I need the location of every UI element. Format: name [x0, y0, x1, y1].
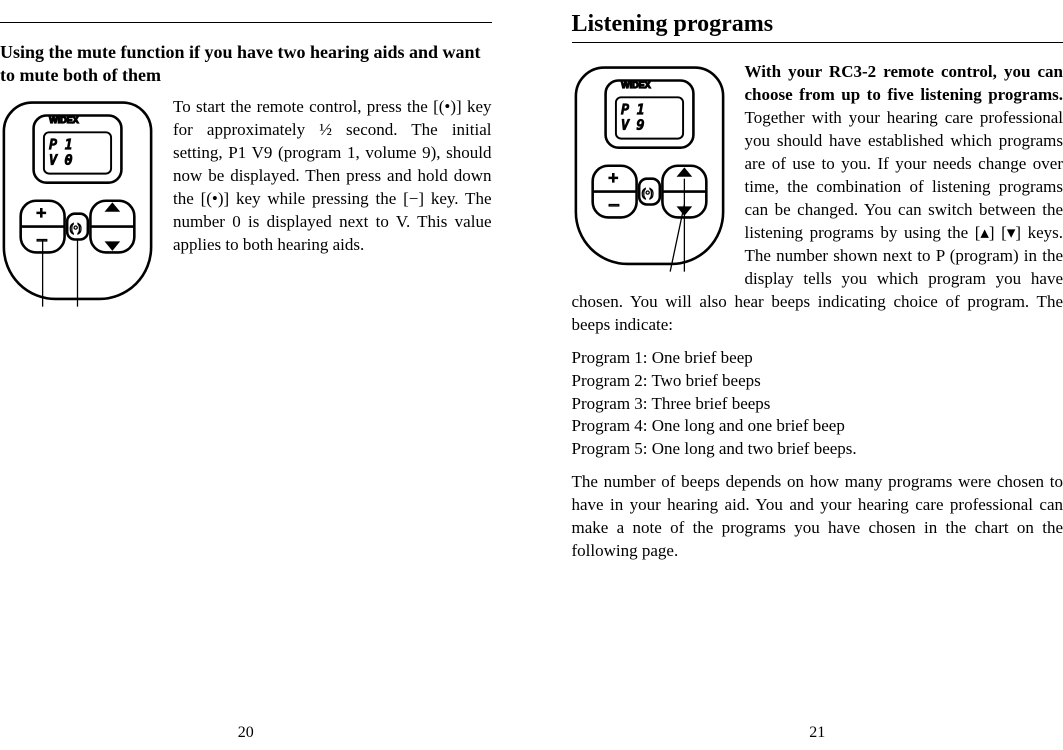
center-key-icon: (•)	[641, 187, 653, 200]
center-key-icon: (•)	[70, 222, 82, 235]
right-body-block: WIDEX P 1 V 9 + − (•)	[572, 61, 1063, 346]
minus-icon: −	[608, 196, 620, 218]
page-spread: Using the mute function if you have two …	[0, 0, 1063, 750]
program-item: Program 1: One brief beep	[572, 347, 1063, 370]
lcd-line1: P 1	[621, 103, 644, 118]
plus-icon: +	[608, 168, 618, 188]
remote-illustration-left: WIDEX P 1 V 0 + − (•)	[0, 100, 155, 314]
program-list: Program 1: One brief beep Program 2: Two…	[572, 347, 1063, 462]
left-subhead: Using the mute function if you have two …	[0, 41, 492, 86]
program-item: Program 2: Two brief beeps	[572, 370, 1063, 393]
page-number-left: 20	[0, 722, 492, 744]
right-title: Listening programs	[572, 8, 1063, 43]
plus-icon: +	[36, 203, 46, 223]
brand-label: WIDEX	[621, 81, 651, 91]
lcd-line1: P 1	[49, 138, 72, 153]
left-body-block: WIDEX P 1 V 0 + − (•)	[0, 96, 492, 322]
brand-label: WIDEX	[49, 115, 79, 125]
lcd-line2: V 0	[49, 154, 73, 169]
divider	[0, 22, 492, 23]
right-outro: The number of beeps depends on how many …	[572, 471, 1063, 563]
lcd-line2: V 9	[621, 119, 644, 134]
remote-illustration-right: WIDEX P 1 V 9 + − (•)	[572, 65, 727, 279]
page-right: Listening programs WIDEX P 1 V 9 + −	[532, 0, 1063, 750]
program-item: Program 4: One long and one brief beep	[572, 415, 1063, 438]
page-left: Using the mute function if you have two …	[0, 0, 532, 750]
page-number-right: 21	[572, 722, 1063, 744]
program-item: Program 5: One long and two brief beeps.	[572, 438, 1063, 461]
right-intro-bold: With your RC3-2 remote control, you can …	[745, 62, 1063, 104]
program-item: Program 3: Three brief beeps	[572, 393, 1063, 416]
